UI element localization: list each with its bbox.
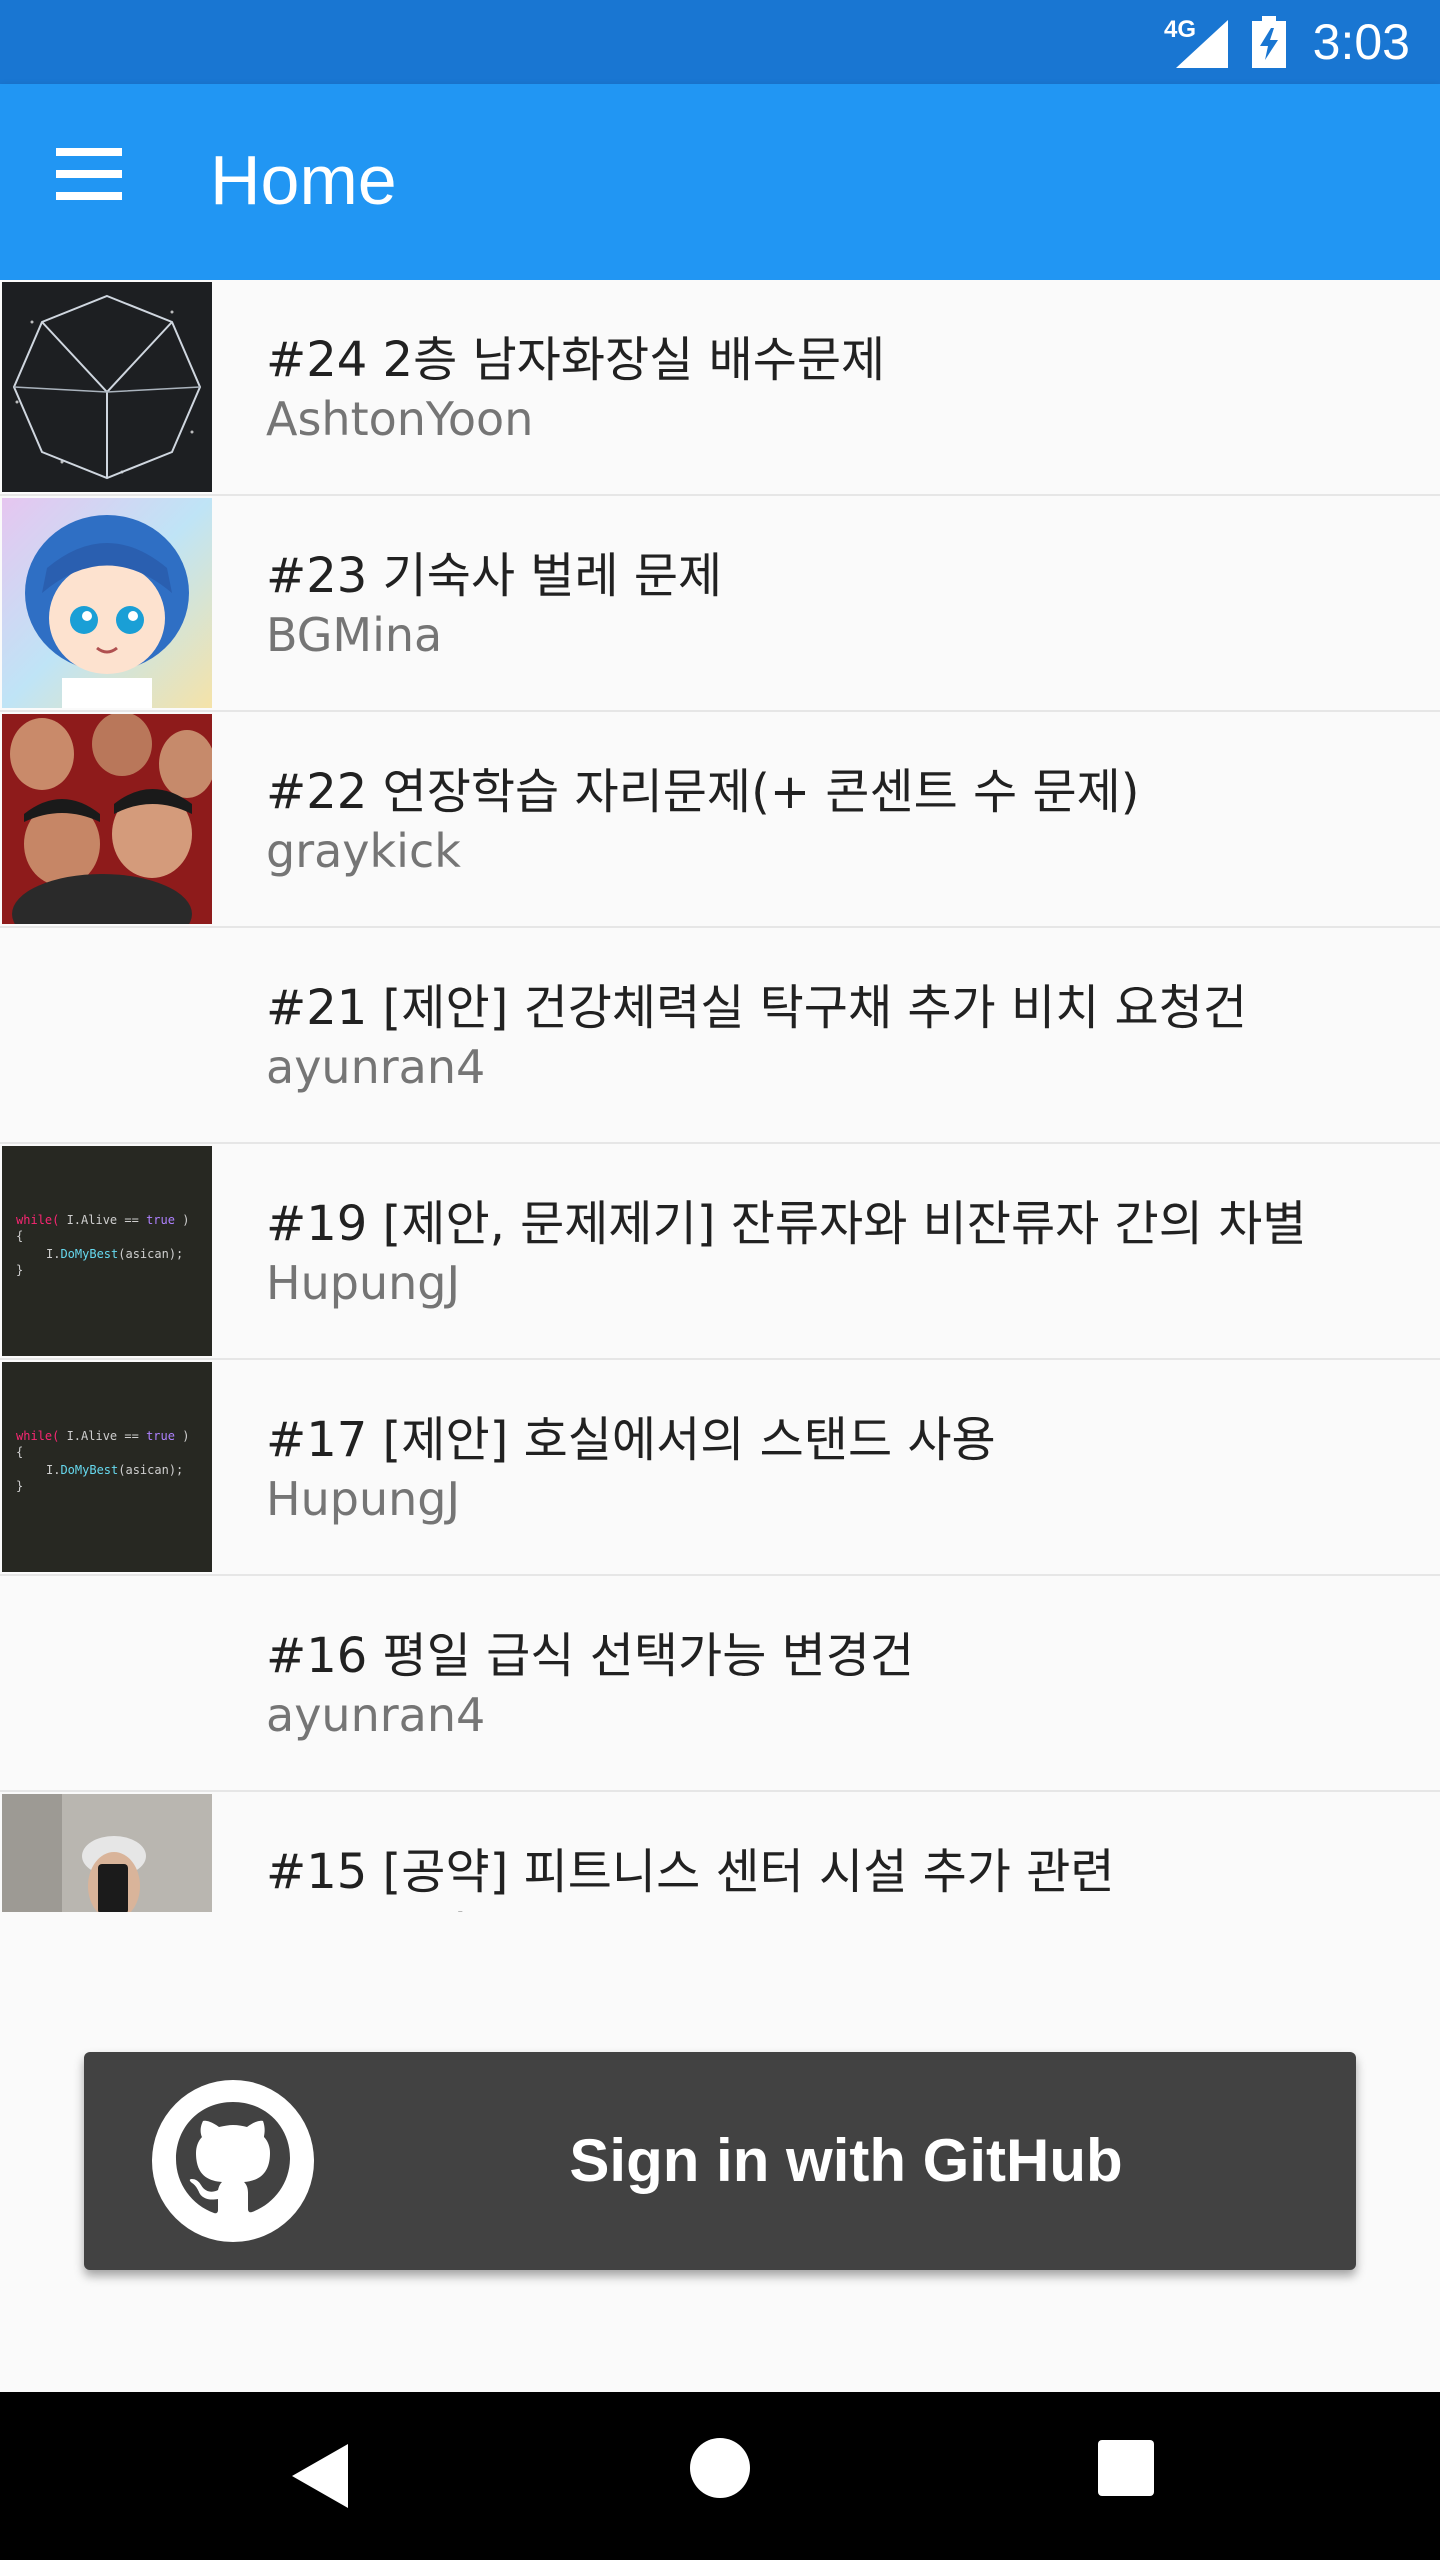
github-icon	[152, 2080, 314, 2242]
svg-text:}: }	[16, 1479, 23, 1493]
issue-title: #16 평일 급식 선택가능 변경건	[266, 1628, 915, 1684]
svg-text:while( I.Alive == true ): while( I.Alive == true )	[16, 1213, 189, 1227]
issue-list[interactable]: #24 2층 남자화장실 배수문제 AshtonYoon #23 기숙사 벌레 …	[0, 280, 1440, 1912]
issue-title: #23 기숙사 벌레 문제	[266, 548, 723, 604]
svg-text:while( I.Alive == true ): while( I.Alive == true )	[16, 1429, 189, 1443]
issue-title: #15 [공약] 피트니스 센터 시설 추가 관련	[266, 1844, 1115, 1900]
back-triangle-icon[interactable]	[286, 2440, 356, 2512]
app-bar: Home	[0, 84, 1440, 280]
issue-author: Namesolv80	[266, 1904, 552, 1912]
cell-signal-icon	[1176, 20, 1228, 68]
avatar	[2, 930, 212, 1140]
hamburger-menu-icon[interactable]	[56, 148, 136, 216]
avatar	[2, 714, 212, 924]
avatar	[2, 1578, 212, 1788]
issue-list-item[interactable]: while( I.Alive == true ) { I.DoMyBest(as…	[0, 1360, 1440, 1576]
status-bar: 4G 3:03	[0, 0, 1440, 84]
sign-in-label: Sign in with GitHub	[569, 2127, 1123, 2194]
sign-in-with-github-button[interactable]: Sign in with GitHub	[84, 2052, 1356, 2270]
clock: 3:03	[1312, 14, 1410, 70]
svg-text:I.DoMyBest(asican);: I.DoMyBest(asican);	[46, 1463, 183, 1477]
home-circle-icon[interactable]	[690, 2438, 750, 2498]
recent-apps-square-icon[interactable]	[1098, 2440, 1154, 2496]
battery-charging-icon	[1252, 16, 1286, 68]
issue-title: #21 [제안] 건강체력실 탁구채 추가 비치 요청건	[266, 980, 1248, 1036]
system-nav-bar	[0, 2392, 1440, 2560]
svg-text:{: {	[16, 1445, 23, 1459]
issue-list-item[interactable]: while( I.Alive == true ) { I.DoMyBest(as…	[0, 1144, 1440, 1360]
svg-text:{: {	[16, 1229, 23, 1243]
issue-author: BGMina	[266, 608, 443, 662]
svg-text:I.DoMyBest(asican);: I.DoMyBest(asican);	[46, 1247, 183, 1261]
avatar: while( I.Alive == true ) { I.DoMyBest(as…	[2, 1362, 212, 1572]
issue-list-item[interactable]: #23 기숙사 벌레 문제 BGMina	[0, 496, 1440, 712]
page-title: Home	[210, 141, 397, 219]
avatar: while( I.Alive == true ) { I.DoMyBest(as…	[2, 1146, 212, 1356]
issue-list-item[interactable]: #15 [공약] 피트니스 센터 시설 추가 관련 Namesolv80	[0, 1792, 1440, 1912]
issue-author: HupungJ	[266, 1256, 461, 1310]
issue-list-item[interactable]: #22 연장학습 자리문제(+ 콘센트 수 문제) graykick	[0, 712, 1440, 928]
issue-list-item[interactable]: #21 [제안] 건강체력실 탁구채 추가 비치 요청건 ayunran4	[0, 928, 1440, 1144]
issue-author: ayunran4	[266, 1688, 486, 1742]
issue-title: #24 2층 남자화장실 배수문제	[266, 332, 886, 388]
issue-title: #19 [제안, 문제제기] 잔류자와 비잔류자 간의 차별	[266, 1196, 1307, 1252]
issue-list-item[interactable]: #24 2층 남자화장실 배수문제 AshtonYoon	[0, 280, 1440, 496]
avatar	[2, 498, 212, 708]
issue-author: AshtonYoon	[266, 392, 534, 446]
issue-title: #22 연장학습 자리문제(+ 콘센트 수 문제)	[266, 764, 1140, 820]
issue-list-item[interactable]: #16 평일 급식 선택가능 변경건 ayunran4	[0, 1576, 1440, 1792]
avatar	[2, 1794, 212, 1912]
issue-title: #17 [제안] 호실에서의 스탠드 사용	[266, 1412, 996, 1468]
issue-author: ayunran4	[266, 1040, 486, 1094]
avatar	[2, 282, 212, 492]
svg-text:}: }	[16, 1263, 23, 1277]
issue-author: graykick	[266, 824, 461, 878]
issue-author: HupungJ	[266, 1472, 461, 1526]
